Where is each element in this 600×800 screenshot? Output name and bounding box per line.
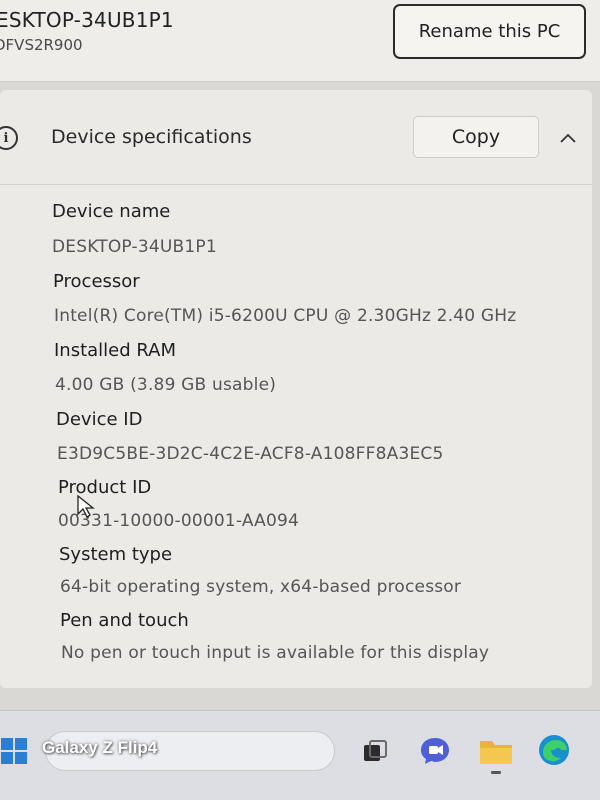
spec-label-pen-and-touch: Pen and touch — [60, 610, 189, 631]
rename-pc-button[interactable]: Rename this PC — [393, 4, 586, 59]
spec-value-device-id: E3D9C5BE-3D2C-4C2E-ACF8-A108FF8A3EC5 — [57, 444, 444, 464]
camera-watermark: Galaxy Z Flip4 — [42, 738, 158, 757]
spec-label-device-name: Device name — [52, 201, 171, 222]
windows-start-icon[interactable] — [0, 737, 28, 765]
taskbar: Galaxy Z Flip4 — [0, 710, 600, 800]
edge-browser-icon[interactable] — [537, 733, 571, 767]
spec-value-pen-and-touch: No pen or touch input is available for t… — [61, 643, 490, 663]
spec-value-system-type: 64-bit operating system, x64-based proce… — [60, 577, 462, 597]
file-explorer-icon[interactable] — [478, 735, 514, 767]
spec-label-device-id: Device ID — [56, 409, 143, 430]
copy-button[interactable]: Copy — [413, 116, 539, 158]
pc-model: DFVS2R900 — [0, 36, 83, 54]
mouse-cursor-icon — [77, 494, 95, 518]
device-specifications-section: i Device specifications Copy Device name… — [0, 90, 592, 688]
spec-value-device-name: DESKTOP-34UB1P1 — [52, 237, 217, 257]
pc-name: ESKTOP-34UB1P1 — [0, 8, 174, 32]
info-icon: i — [0, 126, 18, 150]
task-view-icon[interactable] — [362, 739, 388, 765]
device-specifications-header[interactable]: i Device specifications Copy — [0, 90, 592, 185]
spec-label-system-type: System type — [59, 544, 173, 565]
spec-label-processor: Processor — [53, 271, 140, 292]
spec-value-installed-ram: 4.00 GB (3.89 GB usable) — [55, 375, 277, 395]
header-card: ESKTOP-34UB1P1 DFVS2R900 Rename this PC — [0, 0, 600, 82]
active-app-indicator — [491, 771, 501, 774]
section-title: Device specifications — [51, 126, 252, 148]
chat-icon[interactable] — [418, 735, 452, 767]
spec-label-product-id: Product ID — [58, 477, 152, 498]
chevron-up-icon[interactable] — [554, 126, 582, 150]
spec-label-installed-ram: Installed RAM — [54, 340, 177, 361]
spec-value-processor: Intel(R) Core(TM) i5-6200U CPU @ 2.30GHz… — [54, 306, 517, 326]
